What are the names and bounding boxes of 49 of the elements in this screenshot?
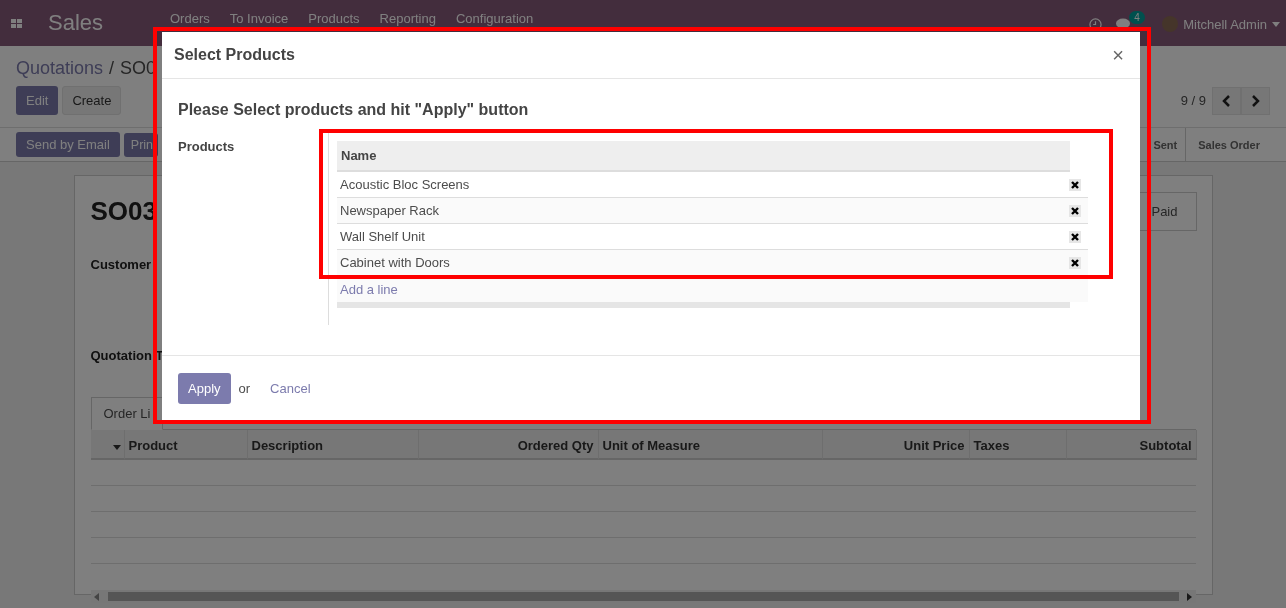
delete-icon[interactable] [1069,204,1081,217]
breadcrumb-link[interactable]: Quotations [16,58,104,79]
column-header[interactable]: Unit of Measure [598,430,823,460]
or-text: or [238,380,251,396]
column-header[interactable]: Product [124,430,248,460]
scroll-right-icon[interactable] [1186,592,1193,601]
menu-item[interactable]: Products [298,11,370,26]
pager-counter: 9 / 9 [1180,93,1206,108]
column-header[interactable]: Description [247,430,419,460]
create-button[interactable]: Create [62,86,122,115]
dialog-heading: Please Select products and hit "Apply" button [178,101,530,119]
delete-icon[interactable] [1069,230,1081,243]
column-header[interactable]: Taxes [969,430,1067,460]
menu-item[interactable]: Reporting [369,11,446,26]
app-title: Sales [48,10,105,36]
column-header[interactable]: Subtotal [1066,430,1197,460]
add-line-link[interactable]: Add a line [340,281,398,297]
apply-button[interactable]: Apply [178,372,231,404]
column-header[interactable]: Name [337,141,1070,172]
next-button[interactable] [1241,86,1270,115]
user-name[interactable]: Mitchell Admin [1183,16,1267,32]
scroll-left-icon[interactable] [93,592,100,601]
product-row[interactable]: Wall Shelf Unit [340,229,1069,244]
previous-button[interactable] [1212,86,1241,115]
breadcrumb-separator: / [109,58,115,79]
product-row[interactable]: Acoustic Bloc Screens [340,177,1069,192]
column-header[interactable]: Unit Price [822,430,970,460]
edit-button[interactable]: Edit [16,86,59,115]
chevron-right-icon [1251,94,1260,107]
sort-caret-icon[interactable] [112,445,121,450]
close-button[interactable]: × [1108,43,1128,67]
status-step[interactable]: Sent [1149,127,1186,162]
chevron-left-icon [1222,94,1231,107]
delete-icon[interactable] [1069,256,1081,269]
menu-item[interactable]: Orders [160,11,220,26]
menu-item[interactable]: Configuration [445,11,544,26]
delete-icon[interactable] [1069,178,1081,191]
cancel-link[interactable]: Cancel [270,380,311,396]
menu-item[interactable]: To Invoice [219,11,299,26]
column-header[interactable]: Ordered Qty [418,430,599,460]
action-button[interactable]: Send by Email [16,132,120,157]
message-count-badge: 4 [1129,10,1145,24]
field-label: Customer [90,257,152,272]
caret-icon[interactable] [1272,21,1280,27]
field-label: Products [178,138,236,156]
status-step[interactable]: Sales Order [1185,127,1276,162]
notebook-tab[interactable]: Order Li [90,397,164,430]
dialog-title: Select Products [174,46,295,64]
apps-grid-icon[interactable] [10,16,24,30]
